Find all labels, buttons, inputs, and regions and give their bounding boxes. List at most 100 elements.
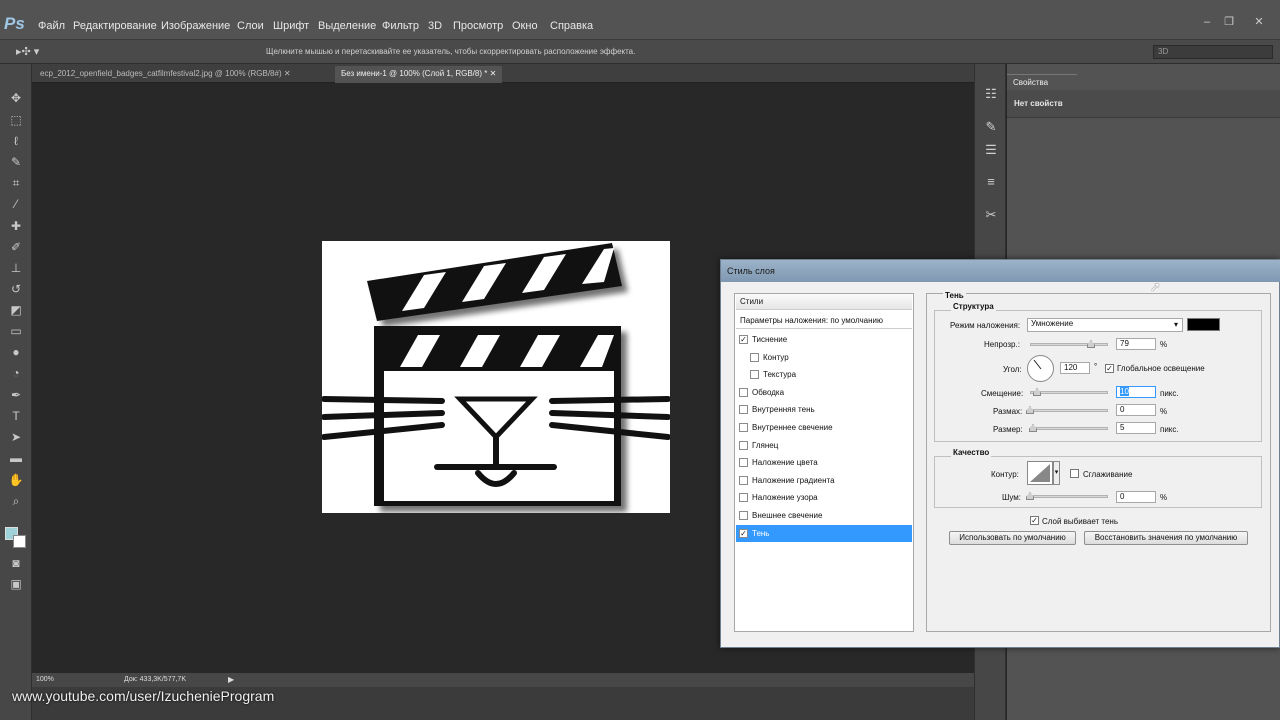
layers-panel-icon[interactable]: ≡ <box>982 174 1000 192</box>
close-icon[interactable]: ✕ <box>490 69 497 78</box>
pen-icon[interactable]: ✒ <box>6 387 26 403</box>
style-checkbox[interactable]: ✓ <box>739 335 748 344</box>
distance-input[interactable]: 10 <box>1116 386 1156 398</box>
background-color-swatch[interactable] <box>13 535 26 548</box>
style-checkbox[interactable] <box>739 405 748 414</box>
style-item[interactable]: Обводка <box>736 384 912 401</box>
screen-mode-icon[interactable]: ▣ <box>6 576 26 592</box>
noise-slider[interactable] <box>1030 495 1108 498</box>
eraser-icon[interactable]: ◩ <box>6 302 26 318</box>
style-item[interactable]: Наложение узора <box>736 489 912 506</box>
style-item[interactable]: Текстура <box>736 366 912 383</box>
adjustments-panel-icon[interactable]: ☰ <box>982 142 1000 160</box>
close-icon[interactable]: ✕ <box>284 69 291 78</box>
style-item[interactable]: ✓ Тень <box>736 525 912 542</box>
close-icon[interactable]: ✕ <box>1252 16 1266 28</box>
menu-select[interactable]: Выделение <box>318 20 376 32</box>
angle-dial[interactable] <box>1027 355 1054 382</box>
blur-icon[interactable]: ● <box>6 344 26 360</box>
zoom-level[interactable]: 100% <box>36 676 54 683</box>
size-slider[interactable] <box>1030 427 1108 430</box>
blending-options[interactable]: Параметры наложения: по умолчанию <box>736 313 912 329</box>
menu-3d[interactable]: 3D <box>428 20 442 32</box>
distance-slider[interactable] <box>1030 391 1108 394</box>
move-icon[interactable]: ✥ <box>6 90 26 106</box>
antialias-checkbox[interactable] <box>1070 469 1079 478</box>
style-checkbox[interactable] <box>739 458 748 467</box>
style-checkbox[interactable] <box>739 388 748 397</box>
healing-brush-icon[interactable]: ✚ <box>6 218 26 234</box>
crop-icon[interactable]: ⌗ <box>6 175 26 191</box>
menu-window[interactable]: Окно <box>512 20 538 32</box>
style-checkbox[interactable] <box>750 353 759 362</box>
minimize-icon[interactable]: – <box>1200 16 1214 28</box>
contour-picker[interactable] <box>1027 461 1053 485</box>
type-icon[interactable]: T <box>6 408 26 424</box>
workspace-select[interactable]: 3D <box>1153 45 1273 59</box>
stamp-icon[interactable]: ⊥ <box>6 260 26 276</box>
style-checkbox[interactable] <box>739 493 748 502</box>
eyedropper-icon[interactable]: ⁄ <box>6 196 26 212</box>
quick-select-icon[interactable]: ✎ <box>6 154 26 170</box>
style-checkbox[interactable] <box>739 423 748 432</box>
tab-document-1[interactable]: ecp_2012_openfield_badges_catfilmfestiva… <box>34 66 297 83</box>
style-item[interactable]: Внутреннее свечение <box>736 419 912 436</box>
style-item[interactable]: ✓ Тиснение <box>736 331 912 348</box>
shadow-color-swatch[interactable] <box>1187 318 1220 331</box>
style-item[interactable]: Контур <box>736 349 912 366</box>
gradient-icon[interactable]: ▭ <box>6 323 26 339</box>
opacity-slider[interactable] <box>1030 343 1108 346</box>
spread-input[interactable]: 0 <box>1116 404 1156 416</box>
blend-mode-select[interactable]: Умножение ▾ <box>1027 318 1183 332</box>
style-item-label: Наложение градиента <box>752 476 835 485</box>
menu-edit[interactable]: Редактирование <box>73 20 157 32</box>
menu-filter[interactable]: Фильтр <box>382 20 419 32</box>
menu-type[interactable]: Шрифт <box>273 20 309 32</box>
angle-input[interactable]: 120 <box>1060 362 1090 374</box>
shape-icon[interactable]: ▬ <box>6 450 26 466</box>
brush-panel-icon[interactable]: ✎ <box>982 119 1000 137</box>
restore-icon[interactable]: ❐ <box>1222 16 1236 28</box>
marquee-icon[interactable]: ⬚ <box>6 112 26 128</box>
knockout-checkbox[interactable]: ✓ <box>1030 516 1039 525</box>
style-item[interactable]: Наложение градиента <box>736 472 912 489</box>
style-checkbox[interactable] <box>739 441 748 450</box>
style-item[interactable]: Внешнее свечение <box>736 507 912 524</box>
history-brush-icon[interactable]: ↺ <box>6 281 26 297</box>
style-checkbox[interactable]: ✓ <box>739 529 748 538</box>
styles-header[interactable]: Стили <box>736 294 912 310</box>
brush-icon[interactable]: ✐ <box>6 239 26 255</box>
reset-default-button[interactable]: Восстановить значения по умолчанию <box>1084 531 1248 545</box>
status-arrow-icon[interactable]: ▶ <box>228 675 234 684</box>
chevron-down-icon[interactable]: ▾ <box>1053 461 1060 485</box>
menu-layers[interactable]: Слои <box>237 20 264 32</box>
tab-properties[interactable]: Свойства <box>1007 74 1077 90</box>
global-light-checkbox[interactable]: ✓ <box>1105 364 1114 373</box>
menu-help[interactable]: Справка <box>550 20 593 32</box>
spread-slider[interactable] <box>1030 409 1108 412</box>
history-panel-icon[interactable]: ☷ <box>982 86 1000 104</box>
lasso-icon[interactable]: ℓ <box>6 133 26 149</box>
style-item[interactable]: Глянец <box>736 437 912 454</box>
style-checkbox[interactable] <box>739 476 748 485</box>
style-item[interactable]: Наложение цвета <box>736 454 912 471</box>
style-item[interactable]: Внутренняя тень <box>736 401 912 418</box>
tools-panel-icon[interactable]: ✂ <box>982 207 1000 225</box>
menu-file[interactable]: Файл <box>38 20 65 32</box>
quick-mask-icon[interactable]: ◙ <box>6 555 26 571</box>
move-tool-icon[interactable]: ▸✣ ▾ <box>16 45 39 58</box>
zoom-icon[interactable]: ⌕ <box>6 493 26 509</box>
size-input[interactable]: 5 <box>1116 422 1156 434</box>
style-checkbox[interactable] <box>750 370 759 379</box>
hand-icon[interactable]: ✋ <box>6 472 26 488</box>
path-select-icon[interactable]: ➤ <box>6 429 26 445</box>
opacity-input[interactable]: 79 <box>1116 338 1156 350</box>
use-default-button[interactable]: Использовать по умолчанию <box>949 531 1076 545</box>
menu-view[interactable]: Просмотр <box>453 20 503 32</box>
tab-document-2[interactable]: Без имени-1 @ 100% (Слой 1, RGB/8) * ✕ <box>335 66 503 83</box>
canvas[interactable] <box>322 241 670 513</box>
menu-image[interactable]: Изображение <box>161 20 230 32</box>
style-checkbox[interactable] <box>739 511 748 520</box>
noise-input[interactable]: 0 <box>1116 491 1156 503</box>
dodge-icon[interactable]: ◔ <box>6 365 26 381</box>
